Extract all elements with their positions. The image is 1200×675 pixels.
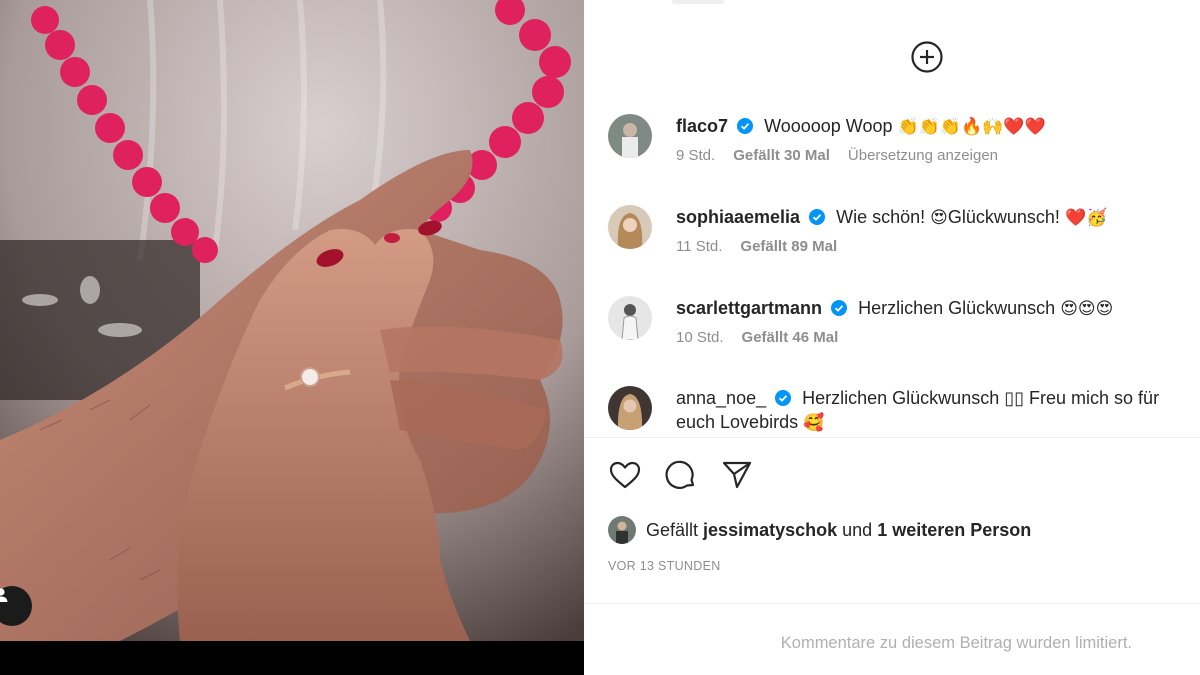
liked-by-middle: und: [842, 519, 873, 540]
comment-icon[interactable]: [664, 458, 698, 492]
avatar[interactable]: [608, 386, 652, 430]
comment-time[interactable]: 9 Std.: [676, 147, 715, 164]
post-actions: [608, 458, 754, 492]
comment-item: anna_noe_ Herzlichen Glückwunsch ▯▯ Freu…: [608, 386, 1188, 436]
comment-emoji: 😍😍😍: [1060, 299, 1114, 319]
divider: [584, 603, 1200, 604]
comment-username[interactable]: scarlettgartmann: [676, 298, 822, 318]
comment-likes[interactable]: Gefällt 30 Mal: [733, 147, 830, 164]
scroll-remnant: [672, 0, 724, 4]
comments-panel: flaco7 Wooooop Woop 👏👏👏🔥🙌❤️❤️ 9 Std. Gef…: [584, 0, 1200, 675]
engagement-ring-photo: [0, 0, 584, 641]
liked-by-user[interactable]: jessimatyschok: [703, 520, 837, 541]
heart-icon[interactable]: [608, 458, 642, 492]
comment-emoji: 🥰: [803, 413, 825, 433]
verified-badge-icon: [737, 118, 754, 134]
comment-emoji: ❤️🥳: [1064, 208, 1108, 228]
comment-time[interactable]: 10 Std.: [676, 329, 724, 346]
send-icon[interactable]: [720, 458, 754, 492]
comment-username[interactable]: sophiaaemelia: [676, 207, 800, 227]
avatar[interactable]: [608, 205, 652, 249]
comment-username[interactable]: anna_noe_: [676, 388, 766, 408]
comment-likes[interactable]: Gefällt 89 Mal: [740, 238, 837, 255]
avatar[interactable]: [608, 516, 636, 544]
comment-username[interactable]: flaco7: [676, 116, 728, 136]
post-timestamp[interactable]: VOR 13 STUNDEN: [608, 559, 721, 573]
comment-text-2: Glückwunsch!: [947, 207, 1060, 227]
translate-link[interactable]: Übersetzung anzeigen: [848, 147, 998, 164]
comment-emoji: 👏👏👏🔥🙌❤️❤️: [897, 117, 1046, 137]
comment-emoji: 😍: [930, 208, 948, 228]
liked-by-others[interactable]: 1 weiteren Person: [877, 520, 1031, 541]
comment-text: Herzlichen Glückwunsch: [858, 298, 1056, 318]
photo-bottom-bar: [0, 641, 584, 675]
verified-badge-icon: [775, 390, 792, 406]
post-photo[interactable]: [0, 0, 584, 641]
avatar[interactable]: [608, 296, 652, 340]
comments-limited-notice: Kommentare zu diesem Beitrag wurden limi…: [780, 634, 1132, 652]
avatar[interactable]: [608, 114, 652, 158]
verified-badge-icon: [831, 300, 848, 316]
divider: [584, 437, 1200, 438]
liked-by-prefix: Gefällt: [646, 519, 699, 540]
comment-text: Wie schön!: [836, 207, 926, 227]
comment-time[interactable]: 11 Std.: [676, 238, 722, 255]
liked-by: Gefällt jessimatyschok und 1 weiteren Pe…: [608, 516, 1031, 544]
verified-badge-icon: [809, 209, 826, 225]
comment-text: Wooooop Woop: [764, 116, 893, 136]
comment-likes[interactable]: Gefällt 46 Mal: [742, 329, 839, 346]
instagram-post-view: flaco7 Wooooop Woop 👏👏👏🔥🙌❤️❤️ 9 Std. Gef…: [0, 0, 1200, 675]
plus-circle-icon[interactable]: [910, 40, 944, 74]
